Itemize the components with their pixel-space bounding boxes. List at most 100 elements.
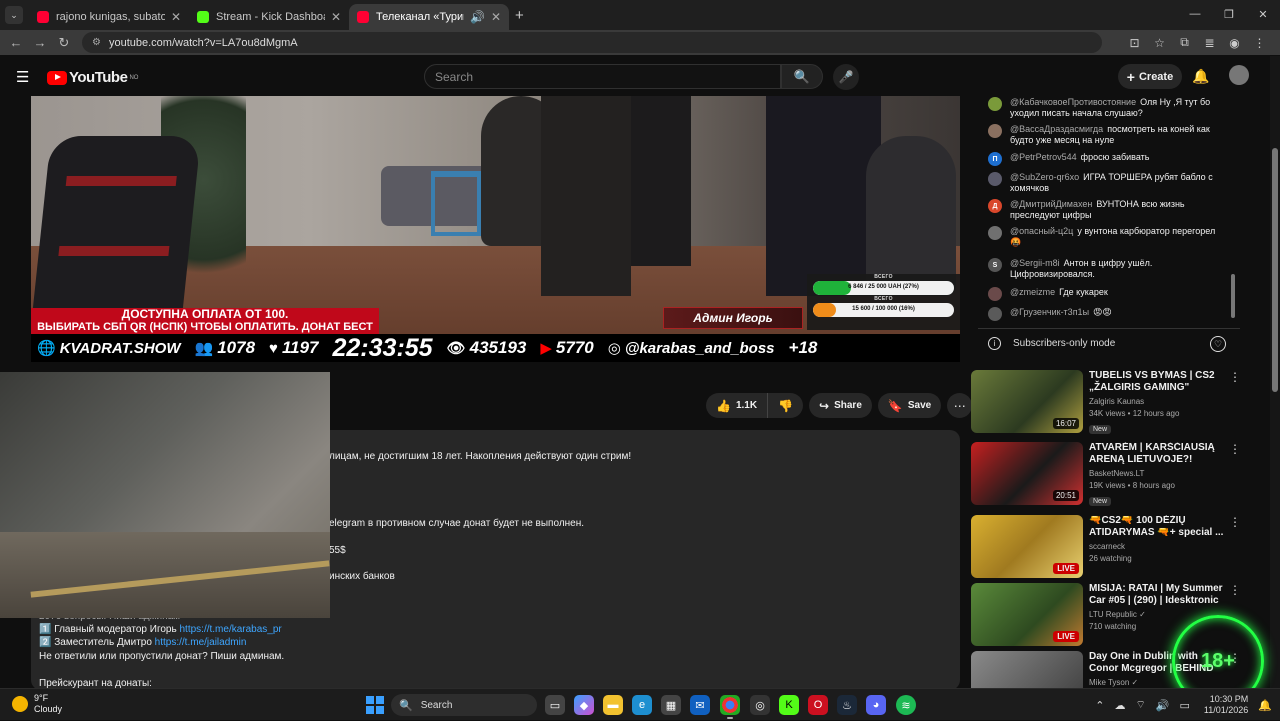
task-view-icon[interactable]: ▭	[545, 695, 565, 715]
close-tab-icon[interactable]: ✕	[331, 10, 341, 24]
create-button[interactable]: + Create	[1118, 64, 1182, 89]
account-avatar[interactable]	[1229, 65, 1249, 85]
chat-author[interactable]: @КабачковоеПротивостояние	[1010, 97, 1136, 107]
live-chat: @КабачковоеПротивостояние Оля Ну ,Я тут б…	[978, 96, 1240, 326]
browser-tab-1[interactable]: rajono kunigas, subatono mom ✕	[29, 4, 189, 30]
outlook-icon[interactable]: ✉	[690, 695, 710, 715]
recommended-video[interactable]: 16:07 TUBELIS VS BYMAS | CS2 „ŽALGIRIS G…	[971, 370, 1256, 435]
save-button[interactable]: 🔖 Save	[877, 393, 942, 418]
extensions-icon[interactable]: ⧉	[1172, 35, 1197, 50]
channel-name[interactable]: sccarneck	[1089, 542, 1229, 551]
chat-author[interactable]: @Sergii-m8i	[1010, 258, 1060, 268]
search-input[interactable]: Search	[424, 64, 781, 89]
maximize-icon[interactable]: ❐	[1212, 0, 1246, 28]
video-title[interactable]: ATVARĖM | KARŠČIAUSIĄ ARENĄ LIETUVOJE?!	[1089, 442, 1229, 466]
spotify-icon[interactable]: ≋	[896, 695, 916, 715]
obs-icon[interactable]: ◎	[750, 695, 770, 715]
moderator-link[interactable]: https://t.me/karabas_pr	[179, 624, 281, 635]
chat-author[interactable]: @опасный-ц2ц	[1010, 226, 1073, 236]
page-scrollbar[interactable]	[1270, 56, 1280, 688]
more-actions-button[interactable]: ⋯	[947, 393, 973, 418]
weather-widget[interactable]: 9°F Cloudy	[12, 693, 62, 715]
file-explorer-icon[interactable]: ▬	[603, 695, 623, 715]
chat-author[interactable]: @SubZero-qr6xo	[1010, 172, 1079, 182]
battery-icon[interactable]: ▭	[1180, 699, 1190, 712]
search-button[interactable]: 🔍	[781, 64, 823, 89]
reload-icon[interactable]: ↻	[52, 35, 76, 51]
tray-app-icon[interactable]: ☁	[1114, 699, 1125, 712]
minimize-icon[interactable]: —	[1178, 0, 1212, 28]
copilot-icon[interactable]: ◆	[574, 695, 594, 715]
page-scroll-thumb[interactable]	[1272, 148, 1278, 392]
kick-icon[interactable]: K	[779, 695, 799, 715]
more-options-icon[interactable]: ⋮	[1229, 442, 1241, 456]
more-options-icon[interactable]: ⋮	[1229, 583, 1241, 597]
network-icon[interactable]: ⌔	[1135, 698, 1145, 712]
video-thumbnail[interactable]: LIVE	[971, 515, 1083, 578]
steam-icon[interactable]: ♨	[837, 695, 857, 715]
video-thumbnail[interactable]: 20:51	[971, 442, 1083, 505]
voice-search-button[interactable]: 🎤	[833, 64, 859, 90]
bookmark-star-icon[interactable]: ☆	[1147, 36, 1172, 50]
chat-author[interactable]: @PetrPetrov544	[1010, 152, 1077, 162]
menu-kebab-icon[interactable]: ⋮	[1247, 36, 1272, 50]
close-tab-icon[interactable]: ✕	[171, 10, 181, 24]
share-button[interactable]: ↪ Share	[809, 393, 872, 418]
windows-start-icon[interactable]	[366, 696, 384, 714]
plus-icon: +	[1126, 68, 1135, 85]
volume-icon[interactable]: 🔊	[1156, 699, 1170, 712]
close-window-icon[interactable]: ✕	[1246, 0, 1280, 28]
taskbar-clock[interactable]: 10:30 PM 11/01/2026	[1204, 694, 1248, 716]
heart-reaction-icon[interactable]: ♡	[1210, 336, 1226, 352]
profile-icon[interactable]: ◉	[1222, 36, 1247, 50]
chat-author[interactable]: @zmeizme	[1010, 287, 1055, 297]
like-button[interactable]: 👍 1.1K	[706, 393, 769, 418]
video-title[interactable]: TUBELIS VS BYMAS | CS2 „ŽALGIRIS GAMING"	[1089, 370, 1229, 394]
browser-tab-2[interactable]: Stream - Kick Dashboard ✕	[189, 4, 349, 30]
channel-name[interactable]: Zalgiris Kaunas	[1089, 397, 1229, 406]
media-icon[interactable]: ≣	[1197, 36, 1222, 50]
info-icon: i	[988, 337, 1001, 350]
youtube-logo[interactable]: YouTube NO	[47, 69, 138, 86]
notifications-bell-icon[interactable]: 🔔	[1192, 68, 1209, 85]
chat-scroll-thumb[interactable]	[1231, 274, 1235, 318]
video-thumbnail[interactable]	[971, 651, 1083, 688]
chat-author[interactable]: @Грузенчик-т3п1ы	[1010, 307, 1089, 317]
audio-icon[interactable]: 🔊	[470, 10, 485, 24]
more-options-icon[interactable]: ⋮	[1229, 515, 1241, 529]
edge-icon[interactable]: e	[632, 695, 652, 715]
chrome-icon[interactable]	[720, 695, 740, 719]
site-info-icon[interactable]: ⚙	[92, 37, 101, 48]
menu-icon[interactable]: ☰	[16, 68, 29, 86]
taskbar-search[interactable]: 🔍 Search	[391, 694, 537, 716]
chat-scrollbar[interactable]	[1230, 96, 1236, 324]
new-tab-icon[interactable]: +	[515, 7, 524, 24]
browser-tab-3[interactable]: Телеканал «Турик и Конюх» 🔊 ✕	[349, 4, 509, 30]
chat-author[interactable]: @ДмитрийДимахен	[1010, 199, 1092, 209]
url-field[interactable]: ⚙ youtube.com/watch?v=LA7ou8dMgmA	[82, 32, 1102, 53]
save-label: Save	[907, 400, 932, 411]
recommended-video[interactable]: LIVE 🔫CS2🔫 100 DĖŽIŲ ATIDARYMAS 🔫+ speci…	[971, 515, 1256, 580]
browser-tab-strip: ⌄ rajono kunigas, subatono mom ✕ Stream …	[0, 0, 1280, 30]
chat-author[interactable]: @ВассаДраздасмигда	[1010, 124, 1103, 134]
deputy-link[interactable]: https://t.me/jailadmin	[155, 637, 247, 648]
tab-search-icon[interactable]: ⌄	[5, 6, 23, 24]
video-thumbnail[interactable]: LIVE	[971, 583, 1083, 646]
video-thumbnail[interactable]: 16:07	[971, 370, 1083, 433]
video-title[interactable]: 🔫CS2🔫 100 DĖŽIŲ ATIDARYMAS 🔫+ special ..…	[1089, 515, 1229, 539]
dislike-button[interactable]: 👎	[768, 393, 803, 418]
store-icon[interactable]: ▦	[661, 695, 681, 715]
more-options-icon[interactable]: ⋮	[1229, 370, 1241, 384]
recommended-video[interactable]: 20:51 ATVARĖM | KARŠČIAUSIĄ ARENĄ LIETUV…	[971, 442, 1256, 507]
back-icon[interactable]: ←	[4, 35, 28, 50]
notifications-icon[interactable]: 🔔	[1258, 699, 1272, 712]
discord-icon[interactable]: ◕	[866, 695, 886, 715]
close-tab-icon[interactable]: ✕	[491, 10, 501, 24]
tray-chevron-icon[interactable]: ⌃	[1095, 699, 1104, 712]
video-player[interactable]: ДОСТУПНА ОПЛАТА ОТ 100. ВЫБИРАТЬ СБП QR …	[31, 96, 960, 362]
forward-icon[interactable]: →	[28, 35, 52, 50]
video-title[interactable]: MISIJA: RATAI | My Summer Car #05 | (290…	[1089, 583, 1229, 607]
install-icon[interactable]: ⊡	[1122, 36, 1147, 50]
channel-name[interactable]: BasketNews.LT	[1089, 469, 1229, 478]
opera-icon[interactable]: O	[808, 695, 828, 715]
